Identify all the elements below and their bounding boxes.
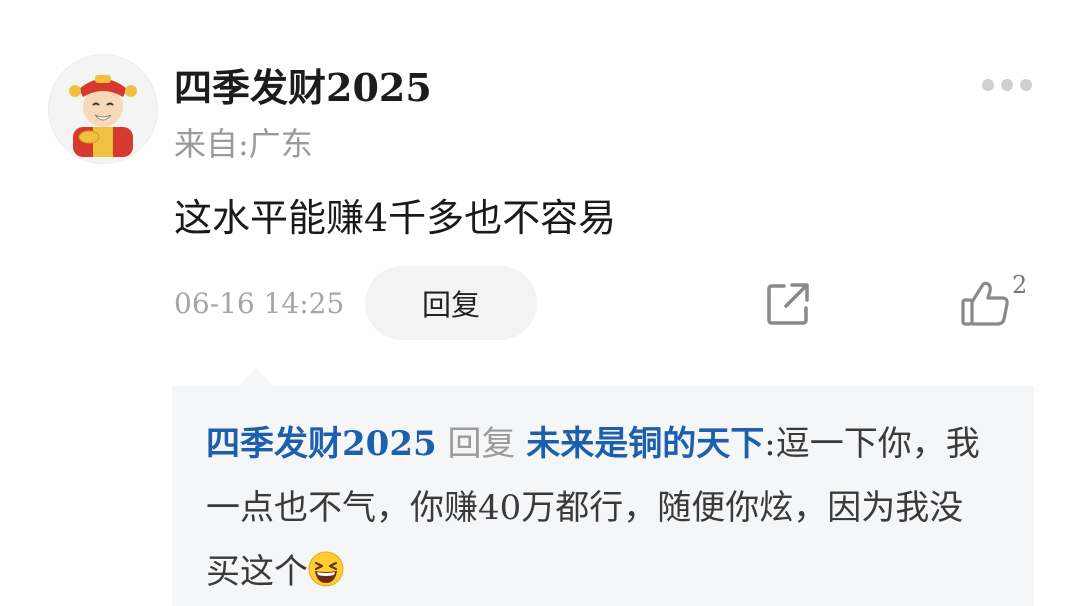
more-dots-icon[interactable] [982,76,1032,94]
reply-action-label: 回复 [447,424,516,464]
username[interactable]: 四季发财2025 [174,62,432,114]
god-of-wealth-avatar-icon [69,75,137,157]
user-location: 来自:广东 [174,125,313,163]
reply-box-caret [238,368,274,386]
more-dot [982,79,994,91]
grinning-squinting-emoji-icon [308,551,344,587]
avatar[interactable] [48,54,158,164]
reply-content: 四季发财2025 回复 未来是铜的天下:逗一下你，我一点也不气，你赚40万都行，… [206,412,986,604]
reply-author-link[interactable]: 四季发财2025 [206,424,437,464]
reply-target-link[interactable]: 未来是铜的天下 [526,424,764,464]
thumbs-up-icon[interactable] [960,280,1012,328]
share-icon[interactable] [764,280,812,328]
like-count: 2 [1012,271,1028,299]
comment-text: 这水平能赚4千多也不容易 [174,196,617,240]
reply-button[interactable]: 回复 [365,266,537,340]
more-dot [1001,79,1013,91]
comment-page: 四季发财2025 来自:广东 这水平能赚4千多也不容易 06-16 14:25 … [0,0,1076,606]
comment-timestamp: 06-16 14:25 [174,287,345,320]
more-dot [1020,79,1032,91]
